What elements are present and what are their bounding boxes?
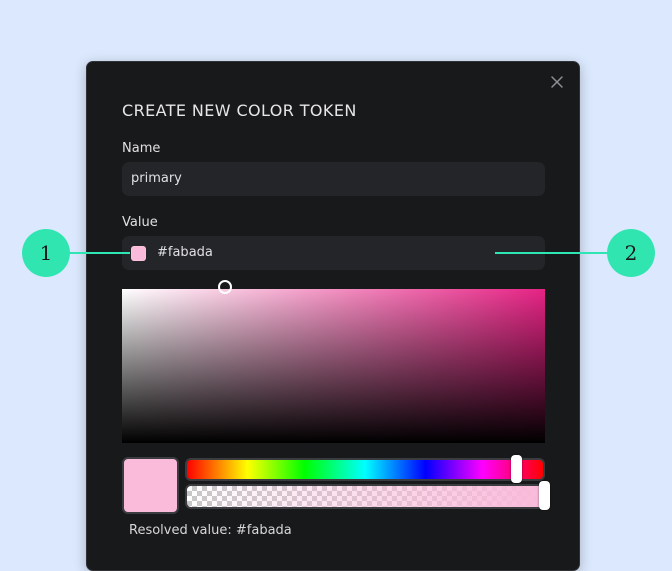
alpha-slider[interactable]	[185, 484, 545, 509]
callout-2-line	[495, 252, 609, 254]
resolved-value-text: Resolved value: #fabada	[129, 523, 292, 538]
name-label: Name	[122, 141, 161, 156]
modal-title: CREATE NEW COLOR TOKEN	[122, 101, 357, 120]
saturation-brightness-area[interactable]	[122, 280, 545, 443]
value-input-text: #fabada	[157, 245, 213, 260]
value-input[interactable]: #fabada	[122, 236, 545, 270]
close-icon[interactable]	[547, 72, 567, 92]
color-swatch-small[interactable]	[131, 246, 146, 261]
color-preview-swatch	[122, 457, 179, 514]
alpha-gradient	[187, 486, 543, 507]
create-color-token-modal: CREATE NEW COLOR TOKEN Name primary Valu…	[86, 61, 580, 571]
callout-2-badge: 2	[607, 229, 655, 277]
alpha-slider-thumb[interactable]	[539, 481, 550, 510]
name-input-value: primary	[131, 171, 182, 186]
callout-1-badge: 1	[22, 229, 70, 277]
hue-slider[interactable]	[185, 458, 545, 481]
hue-slider-thumb[interactable]	[511, 455, 522, 483]
name-input[interactable]: primary	[122, 162, 545, 196]
value-label: Value	[122, 215, 158, 230]
saturation-brightness-handle[interactable]	[218, 280, 232, 294]
callout-1-line	[68, 252, 130, 254]
